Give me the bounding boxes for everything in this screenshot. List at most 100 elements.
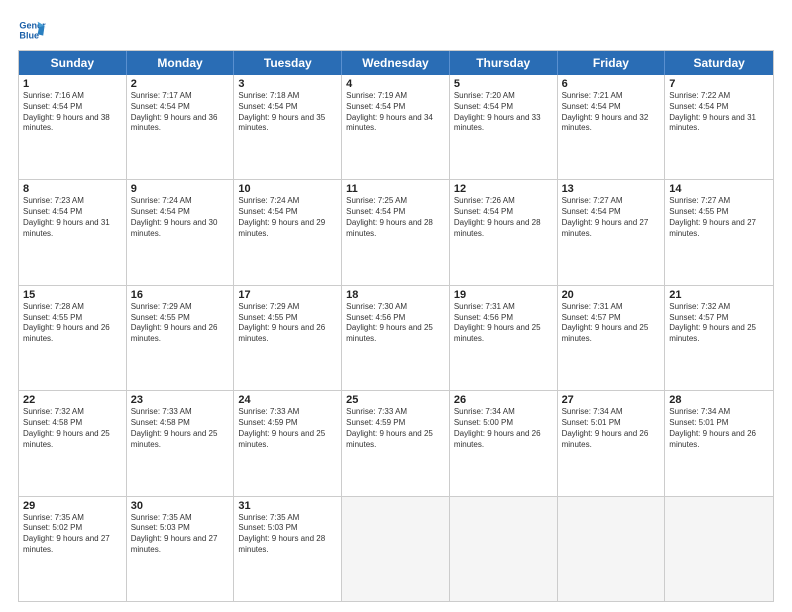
day-info: Sunrise: 7:24 AMSunset: 4:54 PMDaylight:… [131, 196, 230, 239]
week-row-1: 1Sunrise: 7:16 AMSunset: 4:54 PMDaylight… [19, 75, 773, 180]
calendar: SundayMondayTuesdayWednesdayThursdayFrid… [18, 50, 774, 602]
week-row-3: 15Sunrise: 7:28 AMSunset: 4:55 PMDayligh… [19, 286, 773, 391]
day-number: 23 [131, 394, 230, 406]
day-info: Sunrise: 7:33 AMSunset: 4:58 PMDaylight:… [131, 407, 230, 450]
day-cell-2: 2Sunrise: 7:17 AMSunset: 4:54 PMDaylight… [127, 75, 235, 179]
day-number: 2 [131, 78, 230, 90]
day-info: Sunrise: 7:27 AMSunset: 4:54 PMDaylight:… [562, 196, 661, 239]
day-cell-31: 31Sunrise: 7:35 AMSunset: 5:03 PMDayligh… [234, 497, 342, 601]
empty-cell [558, 497, 666, 601]
day-number: 11 [346, 183, 445, 195]
day-number: 31 [238, 500, 337, 512]
day-cell-18: 18Sunrise: 7:30 AMSunset: 4:56 PMDayligh… [342, 286, 450, 390]
day-number: 1 [23, 78, 122, 90]
day-number: 24 [238, 394, 337, 406]
day-info: Sunrise: 7:21 AMSunset: 4:54 PMDaylight:… [562, 91, 661, 134]
day-info: Sunrise: 7:33 AMSunset: 4:59 PMDaylight:… [346, 407, 445, 450]
day-info: Sunrise: 7:29 AMSunset: 4:55 PMDaylight:… [238, 302, 337, 345]
day-cell-22: 22Sunrise: 7:32 AMSunset: 4:58 PMDayligh… [19, 391, 127, 495]
day-number: 4 [346, 78, 445, 90]
day-number: 20 [562, 289, 661, 301]
day-info: Sunrise: 7:17 AMSunset: 4:54 PMDaylight:… [131, 91, 230, 134]
day-cell-7: 7Sunrise: 7:22 AMSunset: 4:54 PMDaylight… [665, 75, 773, 179]
day-number: 12 [454, 183, 553, 195]
day-info: Sunrise: 7:19 AMSunset: 4:54 PMDaylight:… [346, 91, 445, 134]
day-number: 6 [562, 78, 661, 90]
day-number: 27 [562, 394, 661, 406]
header-day-wednesday: Wednesday [342, 51, 450, 75]
header-day-tuesday: Tuesday [234, 51, 342, 75]
day-number: 30 [131, 500, 230, 512]
day-info: Sunrise: 7:32 AMSunset: 4:57 PMDaylight:… [669, 302, 769, 345]
day-info: Sunrise: 7:26 AMSunset: 4:54 PMDaylight:… [454, 196, 553, 239]
day-number: 8 [23, 183, 122, 195]
day-number: 26 [454, 394, 553, 406]
day-info: Sunrise: 7:32 AMSunset: 4:58 PMDaylight:… [23, 407, 122, 450]
day-info: Sunrise: 7:35 AMSunset: 5:03 PMDaylight:… [131, 513, 230, 556]
day-cell-6: 6Sunrise: 7:21 AMSunset: 4:54 PMDaylight… [558, 75, 666, 179]
day-cell-9: 9Sunrise: 7:24 AMSunset: 4:54 PMDaylight… [127, 180, 235, 284]
day-cell-15: 15Sunrise: 7:28 AMSunset: 4:55 PMDayligh… [19, 286, 127, 390]
day-cell-30: 30Sunrise: 7:35 AMSunset: 5:03 PMDayligh… [127, 497, 235, 601]
day-cell-10: 10Sunrise: 7:24 AMSunset: 4:54 PMDayligh… [234, 180, 342, 284]
day-info: Sunrise: 7:31 AMSunset: 4:57 PMDaylight:… [562, 302, 661, 345]
week-row-2: 8Sunrise: 7:23 AMSunset: 4:54 PMDaylight… [19, 180, 773, 285]
day-number: 7 [669, 78, 769, 90]
day-cell-25: 25Sunrise: 7:33 AMSunset: 4:59 PMDayligh… [342, 391, 450, 495]
day-info: Sunrise: 7:24 AMSunset: 4:54 PMDaylight:… [238, 196, 337, 239]
day-number: 28 [669, 394, 769, 406]
day-number: 5 [454, 78, 553, 90]
day-number: 3 [238, 78, 337, 90]
day-number: 18 [346, 289, 445, 301]
day-cell-8: 8Sunrise: 7:23 AMSunset: 4:54 PMDaylight… [19, 180, 127, 284]
header-day-saturday: Saturday [665, 51, 773, 75]
day-cell-21: 21Sunrise: 7:32 AMSunset: 4:57 PMDayligh… [665, 286, 773, 390]
day-cell-4: 4Sunrise: 7:19 AMSunset: 4:54 PMDaylight… [342, 75, 450, 179]
day-cell-20: 20Sunrise: 7:31 AMSunset: 4:57 PMDayligh… [558, 286, 666, 390]
day-info: Sunrise: 7:23 AMSunset: 4:54 PMDaylight:… [23, 196, 122, 239]
svg-text:Blue: Blue [19, 30, 39, 40]
empty-cell [450, 497, 558, 601]
day-cell-14: 14Sunrise: 7:27 AMSunset: 4:55 PMDayligh… [665, 180, 773, 284]
day-cell-17: 17Sunrise: 7:29 AMSunset: 4:55 PMDayligh… [234, 286, 342, 390]
day-cell-27: 27Sunrise: 7:34 AMSunset: 5:01 PMDayligh… [558, 391, 666, 495]
day-cell-26: 26Sunrise: 7:34 AMSunset: 5:00 PMDayligh… [450, 391, 558, 495]
day-number: 9 [131, 183, 230, 195]
day-number: 14 [669, 183, 769, 195]
day-info: Sunrise: 7:35 AMSunset: 5:03 PMDaylight:… [238, 513, 337, 556]
logo-icon: General Blue [18, 16, 46, 44]
day-number: 22 [23, 394, 122, 406]
empty-cell [665, 497, 773, 601]
day-cell-5: 5Sunrise: 7:20 AMSunset: 4:54 PMDaylight… [450, 75, 558, 179]
day-info: Sunrise: 7:34 AMSunset: 5:01 PMDaylight:… [562, 407, 661, 450]
day-info: Sunrise: 7:34 AMSunset: 5:01 PMDaylight:… [669, 407, 769, 450]
day-cell-12: 12Sunrise: 7:26 AMSunset: 4:54 PMDayligh… [450, 180, 558, 284]
day-info: Sunrise: 7:22 AMSunset: 4:54 PMDaylight:… [669, 91, 769, 134]
day-info: Sunrise: 7:27 AMSunset: 4:55 PMDaylight:… [669, 196, 769, 239]
week-row-5: 29Sunrise: 7:35 AMSunset: 5:02 PMDayligh… [19, 497, 773, 601]
day-number: 21 [669, 289, 769, 301]
day-info: Sunrise: 7:31 AMSunset: 4:56 PMDaylight:… [454, 302, 553, 345]
day-number: 13 [562, 183, 661, 195]
day-cell-1: 1Sunrise: 7:16 AMSunset: 4:54 PMDaylight… [19, 75, 127, 179]
day-cell-16: 16Sunrise: 7:29 AMSunset: 4:55 PMDayligh… [127, 286, 235, 390]
week-row-4: 22Sunrise: 7:32 AMSunset: 4:58 PMDayligh… [19, 391, 773, 496]
day-number: 10 [238, 183, 337, 195]
day-number: 25 [346, 394, 445, 406]
day-number: 16 [131, 289, 230, 301]
day-info: Sunrise: 7:20 AMSunset: 4:54 PMDaylight:… [454, 91, 553, 134]
day-number: 17 [238, 289, 337, 301]
logo: General Blue [18, 16, 46, 44]
day-number: 15 [23, 289, 122, 301]
header-day-friday: Friday [558, 51, 666, 75]
page: General Blue SundayMondayTuesdayWednesda… [0, 0, 792, 612]
day-cell-11: 11Sunrise: 7:25 AMSunset: 4:54 PMDayligh… [342, 180, 450, 284]
calendar-body: 1Sunrise: 7:16 AMSunset: 4:54 PMDaylight… [19, 75, 773, 601]
day-number: 19 [454, 289, 553, 301]
day-cell-13: 13Sunrise: 7:27 AMSunset: 4:54 PMDayligh… [558, 180, 666, 284]
day-info: Sunrise: 7:29 AMSunset: 4:55 PMDaylight:… [131, 302, 230, 345]
day-number: 29 [23, 500, 122, 512]
calendar-header: SundayMondayTuesdayWednesdayThursdayFrid… [19, 51, 773, 75]
day-info: Sunrise: 7:28 AMSunset: 4:55 PMDaylight:… [23, 302, 122, 345]
day-info: Sunrise: 7:30 AMSunset: 4:56 PMDaylight:… [346, 302, 445, 345]
